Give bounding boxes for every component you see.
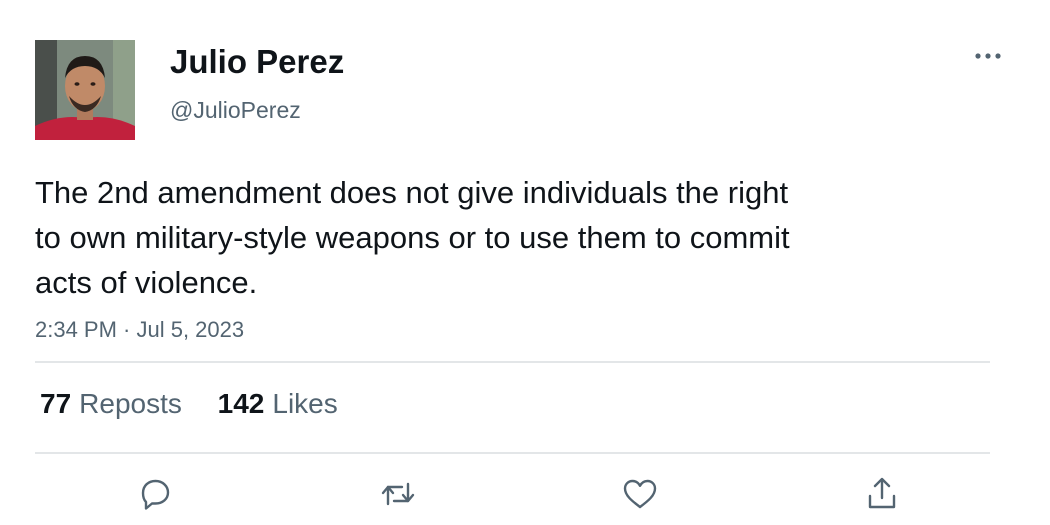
more-horizontal-icon [975, 53, 1001, 59]
divider [35, 361, 990, 363]
avatar-photo [35, 40, 135, 140]
likes-stat[interactable]: 142 Likes [218, 388, 338, 420]
repost-button[interactable] [378, 474, 418, 514]
likes-count: 142 [217, 388, 265, 419]
like-button[interactable] [620, 474, 660, 514]
share-icon [868, 477, 896, 509]
avatar[interactable] [35, 40, 135, 140]
reply-button[interactable] [135, 474, 175, 514]
post-timestamp[interactable]: 2:34 PM · Jul 5, 2023 [35, 317, 244, 343]
likes-label: Likes [272, 388, 338, 419]
post-text: The 2nd amendment does not give individu… [35, 175, 790, 300]
share-button[interactable] [862, 474, 902, 514]
author-display-name[interactable]: Julio Perez [170, 43, 344, 81]
divider [35, 452, 990, 454]
reposts-count: 77 [40, 388, 72, 419]
more-options-button[interactable] [970, 44, 1006, 68]
heart-icon [623, 479, 657, 509]
engagement-stats: 77 Reposts 142 Likes [40, 388, 366, 420]
reply-icon [141, 479, 170, 510]
reposts-stat[interactable]: 77 Reposts [40, 388, 182, 420]
repost-icon [381, 482, 415, 506]
author-handle[interactable]: @JulioPerez [170, 97, 301, 124]
reposts-label: Reposts [79, 388, 182, 419]
